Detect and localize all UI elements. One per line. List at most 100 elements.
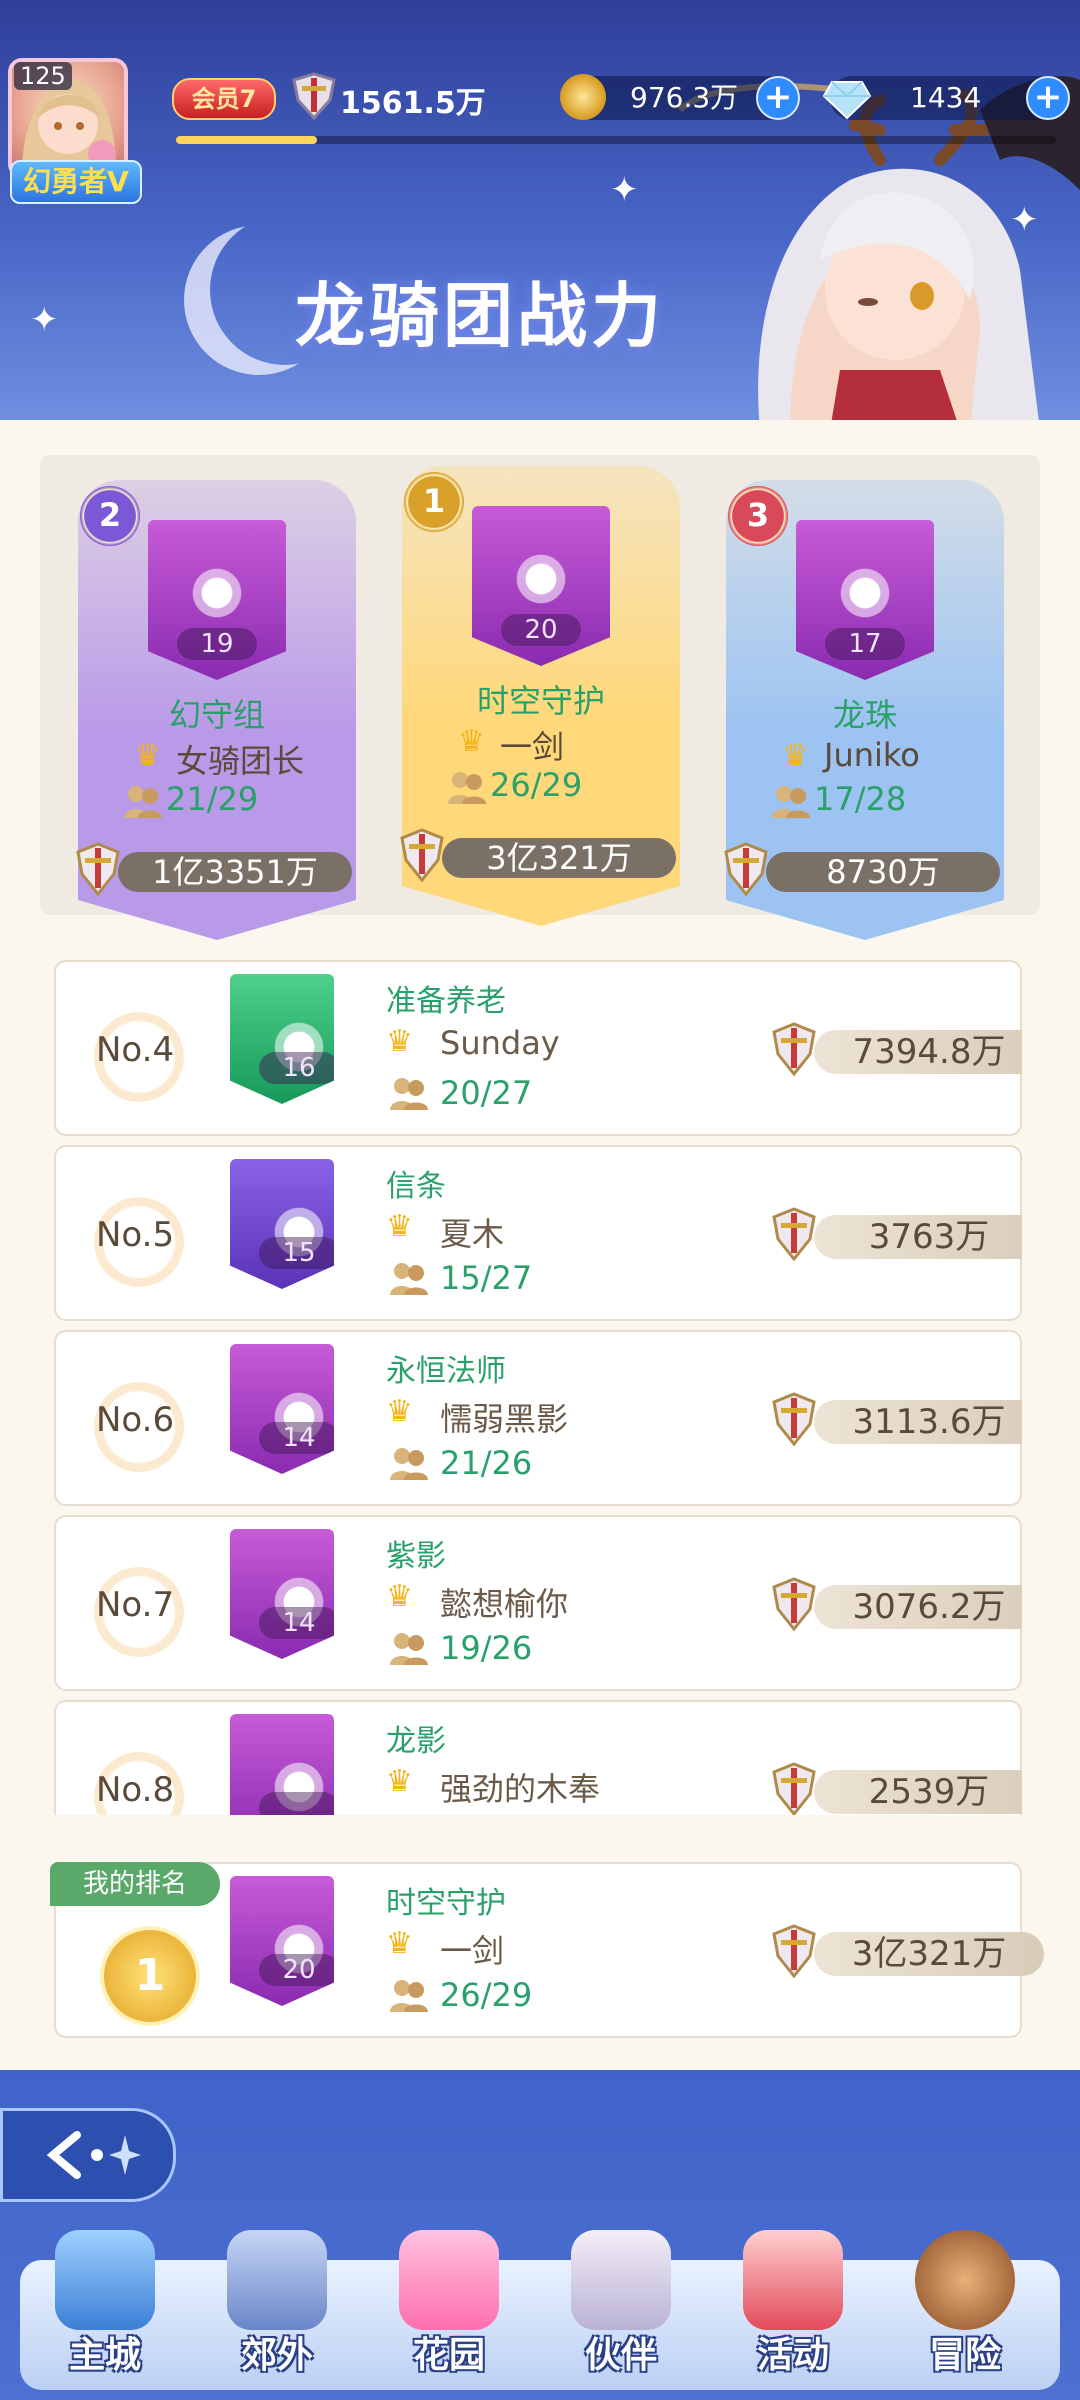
rank-number: No.4	[96, 1030, 175, 1070]
vip-badge[interactable]: 会员7	[172, 78, 276, 120]
character-illustration	[677, 76, 1080, 420]
guild-power: 3亿321万	[814, 1932, 1044, 1976]
experience-fill	[176, 136, 317, 144]
guild-name: 时空守护	[476, 682, 605, 720]
gold-medal-icon: 1	[100, 1926, 200, 2026]
nav-item-5[interactable]: 冒险	[890, 2230, 1040, 2380]
guild-members: 26/29	[490, 766, 583, 804]
ranking-row[interactable]: No.8 龙影 ♛ 强劲的木奉 2539万	[54, 1700, 1022, 1815]
guild-power: 3亿321万	[442, 838, 676, 878]
player-level: 125	[14, 62, 72, 90]
fire-emblem-icon	[506, 544, 576, 614]
guild-name: 龙珠	[832, 696, 897, 734]
guild-level: 15	[259, 1237, 334, 1269]
guild-name: 幻守组	[168, 696, 265, 734]
page-title: 龙骑团战力	[295, 275, 665, 357]
nav-item-2[interactable]: 花园	[374, 2230, 524, 2380]
members-icon	[390, 1078, 428, 1110]
nav-item-0[interactable]: 主城	[30, 2230, 180, 2380]
guild-power: 1亿3351万	[118, 852, 352, 892]
rank-number: No.6	[96, 1400, 175, 1440]
rank-number: No.5	[96, 1215, 175, 1255]
ranking-row[interactable]: No.6 14 永恒法师 ♛ 懦弱黑影 21/26 3113.6万	[54, 1330, 1022, 1506]
guild-emblem: 14	[230, 1529, 334, 1659]
guild-name: 紫影	[386, 1539, 446, 1574]
members-icon	[390, 1448, 428, 1480]
sparkle-icon: ✦	[610, 170, 639, 210]
rank-medal-icon: 1	[404, 472, 464, 532]
companion-icon	[571, 2230, 671, 2330]
rank-medal-icon: 2	[80, 486, 140, 546]
player-title-tag[interactable]: 幻勇者V	[10, 160, 142, 204]
gem-amount: 1434	[910, 81, 982, 114]
guild-level	[259, 1792, 334, 1815]
power-icon	[772, 1762, 816, 1815]
crown-icon: ♛	[386, 1209, 413, 1244]
guild-leader: Juniko	[824, 736, 920, 774]
guild-name: 信条	[386, 1169, 446, 1204]
guild-members: 19/26	[440, 1629, 533, 1667]
guild-members: 20/27	[440, 1074, 533, 1112]
add-gold-button[interactable]: +	[756, 76, 800, 120]
podium-tail	[402, 886, 680, 926]
power-icon	[772, 1022, 816, 1077]
crown-icon: ♛	[386, 1579, 413, 1614]
sword-shield-icon	[292, 72, 336, 121]
back-arrow-icon	[46, 2131, 141, 2179]
guild-emblem: 15	[230, 1159, 334, 1289]
nav-label: 郊外	[240, 2335, 313, 2376]
guild-members: 15/27	[440, 1259, 533, 1297]
guild-emblem	[230, 1714, 334, 1815]
crown-icon: ♛	[386, 1764, 413, 1799]
nav-item-4[interactable]: 活动	[718, 2230, 868, 2380]
nav-label: 花园	[412, 2335, 485, 2376]
guild-name: 永恒法师	[386, 1354, 506, 1389]
nav-item-1[interactable]: 郊外	[202, 2230, 352, 2380]
guild-emblem: 17	[796, 520, 934, 680]
experience-bar	[176, 136, 1056, 144]
gem-counter: 1434 +	[822, 76, 1070, 120]
guild-leader: 懦弱黑影	[440, 1400, 569, 1438]
rank-number: No.8	[96, 1770, 175, 1810]
members-icon	[390, 1633, 428, 1665]
add-gems-button[interactable]: +	[1026, 76, 1070, 120]
gift-icon	[743, 2230, 843, 2330]
guild-power: 8730万	[766, 852, 1000, 892]
members-icon	[448, 772, 486, 804]
gold-coin-icon	[560, 74, 606, 120]
gem-icon	[822, 81, 872, 120]
guild-emblem: 19	[148, 520, 286, 680]
power-icon	[772, 1207, 816, 1262]
members-icon	[772, 786, 810, 818]
guild-leader: 强劲的木奉	[440, 1770, 601, 1808]
guild-emblem: 16	[230, 974, 334, 1104]
guild-leader: 女骑团长	[176, 742, 305, 780]
gold-counter: 976.3万 +	[560, 74, 800, 120]
guild-leader: 懿想榆你	[440, 1585, 569, 1623]
crown-icon: ♛	[386, 1024, 413, 1059]
guild-power: 3076.2万	[814, 1585, 1022, 1629]
nav-label: 伙伴	[584, 2335, 657, 2376]
fire-emblem-icon	[830, 558, 900, 628]
gold-amount: 976.3万	[630, 81, 739, 114]
back-button[interactable]	[0, 2108, 176, 2202]
crown-icon: ♛	[458, 724, 485, 759]
guild-power: 7394.8万	[814, 1030, 1022, 1074]
ranking-row[interactable]: No.5 15 信条 ♛ 夏木 15/27 3763万	[54, 1145, 1022, 1321]
guild-emblem: 14	[230, 1344, 334, 1474]
guild-level: 16	[259, 1052, 334, 1084]
ranking-row[interactable]: No.7 14 紫影 ♛ 懿想榆你 19/26 3076.2万	[54, 1515, 1022, 1691]
podium-tail	[726, 900, 1004, 940]
guild-level: 14	[259, 1607, 334, 1639]
guild-power: 3113.6万	[814, 1400, 1022, 1444]
members-icon	[390, 1263, 428, 1295]
ranking-row[interactable]: No.4 16 准备养老 ♛ Sunday 20/27 7394.8万	[54, 960, 1022, 1136]
guild-members: 17/28	[814, 780, 907, 818]
ranking-list[interactable]: No.4 16 准备养老 ♛ Sunday 20/27 7394.8万 No.5 15 信条 ♛ 夏木…	[54, 960, 1022, 1815]
members-icon	[390, 1980, 428, 2012]
crown-icon: ♛	[782, 738, 809, 773]
guild-level: 20	[501, 614, 581, 646]
guild-name: 准备养老	[386, 984, 506, 1019]
nav-item-3[interactable]: 伙伴	[546, 2230, 696, 2380]
rank-number: No.7	[96, 1585, 175, 1625]
